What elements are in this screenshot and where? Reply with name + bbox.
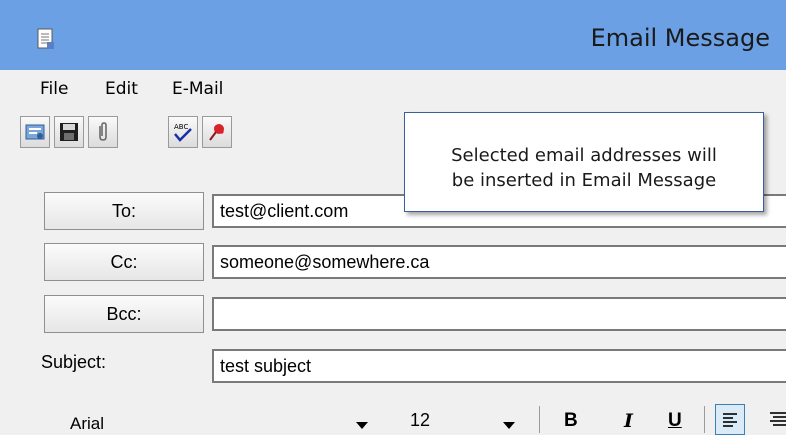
cc-button[interactable]: Cc: [44, 243, 204, 281]
document-icon [37, 28, 54, 49]
menu-bar: File Edit E-Mail [0, 70, 786, 108]
subject-field[interactable]: test subject [212, 349, 786, 383]
size-dropdown-arrow-icon[interactable] [503, 422, 515, 429]
address-book-button[interactable] [20, 116, 50, 148]
pushpin-icon [209, 124, 224, 141]
tooltip-line-1: Selected email addresses will [451, 145, 717, 166]
spell-check-button[interactable]: ABC [168, 116, 198, 148]
attach-button[interactable] [88, 116, 118, 148]
paperclip-icon [99, 122, 107, 141]
toolbar-divider [539, 406, 540, 433]
menu-file[interactable]: File [40, 79, 68, 99]
tooltip: Selected email addresses will be inserte… [404, 112, 764, 212]
underline-button[interactable]: U [668, 410, 682, 432]
format-toolbar: Arial 12 B I U [0, 398, 786, 435]
bcc-button[interactable]: Bcc: [44, 295, 204, 333]
bcc-field[interactable] [212, 297, 786, 331]
font-dropdown-arrow-icon[interactable] [356, 422, 368, 429]
cc-field[interactable]: someone@somewhere.ca [212, 245, 786, 279]
align-left-icon [723, 413, 737, 427]
tooltip-text: Selected email addresses will be inserte… [405, 143, 763, 193]
email-message-window: Email Message File Edit E-Mail ABC To: t… [0, 0, 786, 435]
menu-email[interactable]: E-Mail [172, 79, 223, 99]
spell-check-icon: ABC [174, 123, 192, 142]
address-book-icon [25, 124, 45, 140]
italic-button[interactable]: I [624, 410, 633, 432]
pin-button[interactable] [202, 116, 232, 148]
to-button[interactable]: To: [44, 192, 204, 230]
svg-text:ABC: ABC [174, 123, 188, 131]
save-button[interactable] [54, 116, 84, 148]
toolbar-divider [704, 406, 705, 433]
save-icon [60, 123, 78, 141]
title-bar[interactable]: Email Message [0, 0, 786, 70]
tooltip-line-2: be inserted in Email Message [451, 170, 717, 191]
font-size-select[interactable]: 12 [410, 410, 430, 431]
font-family-select[interactable]: Arial [70, 414, 104, 434]
bold-button[interactable]: B [564, 410, 578, 432]
align-left-button[interactable] [715, 404, 745, 435]
subject-label: Subject: [41, 352, 107, 372]
menu-edit[interactable]: Edit [105, 79, 138, 99]
align-center-icon[interactable] [766, 404, 786, 433]
window-title: Email Message [590, 24, 770, 52]
